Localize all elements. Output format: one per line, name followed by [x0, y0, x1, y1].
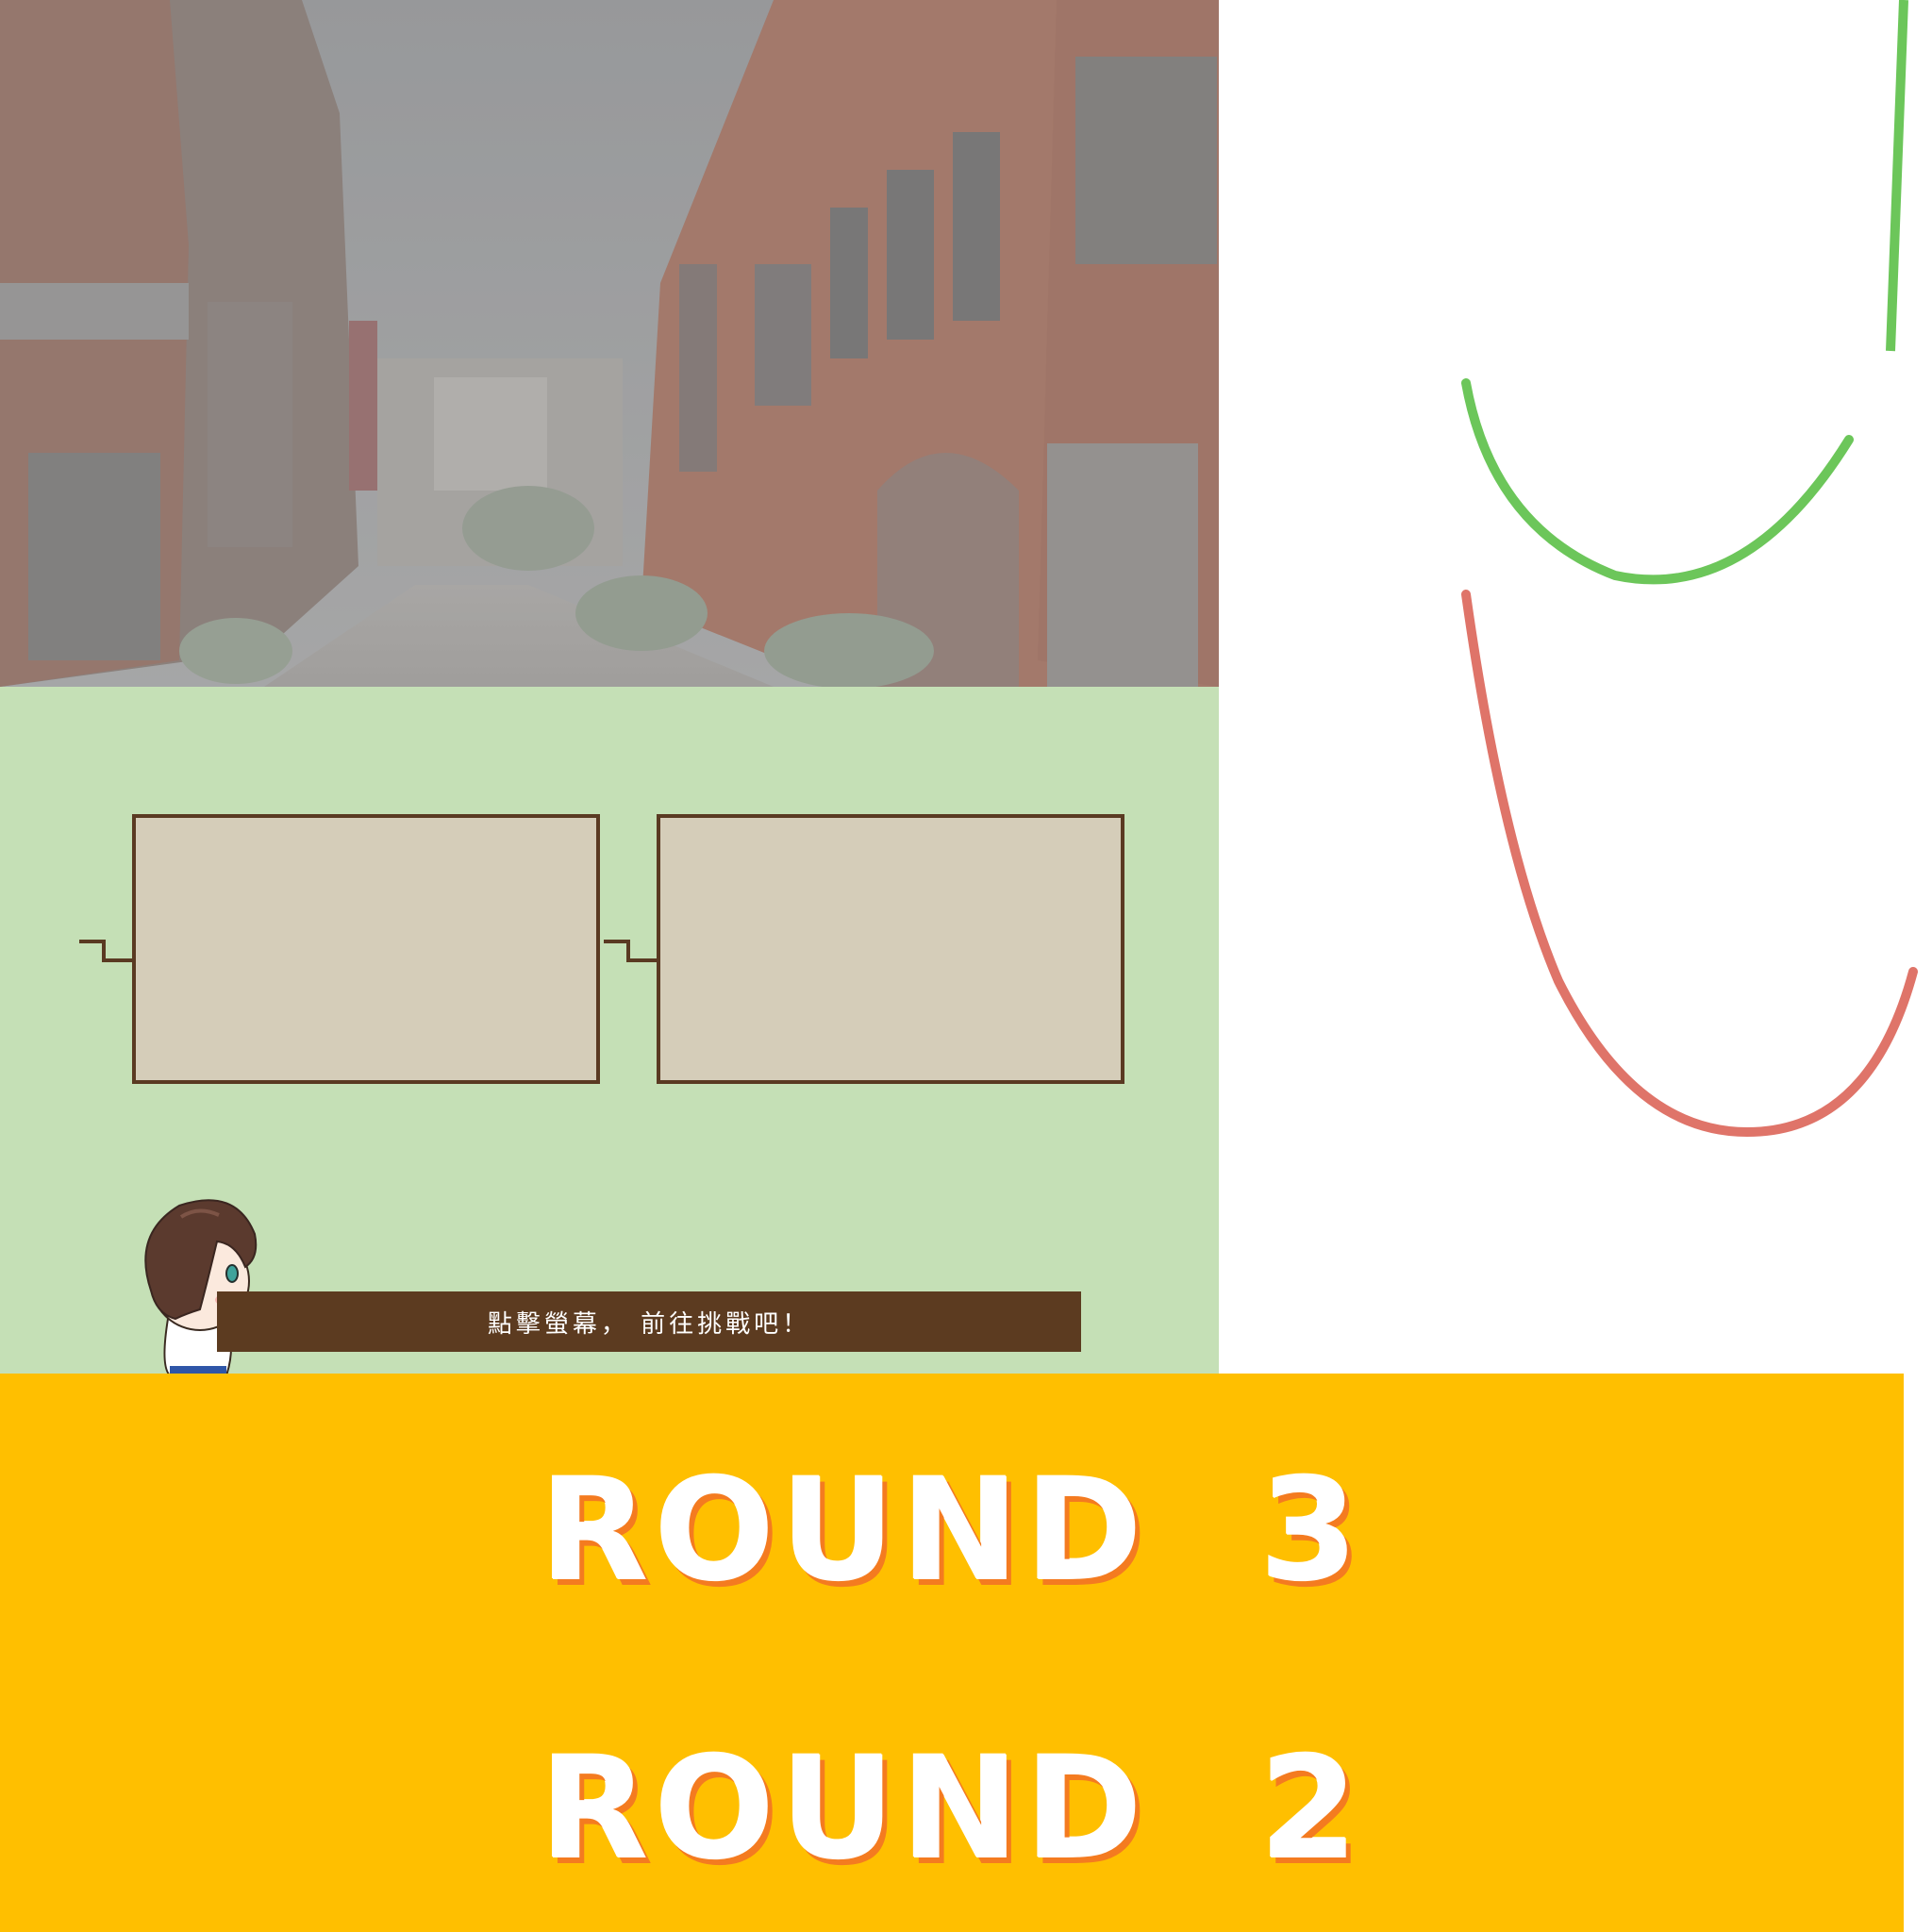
answer-box-right[interactable]	[657, 814, 1124, 1084]
green-arc-curve	[1461, 378, 1854, 585]
street-background-image	[0, 0, 1219, 687]
sprite-sheet: 點擊螢幕， 前往挑戰吧！ ROUND 3 ROUND 2	[0, 0, 1932, 1932]
dialog-text: 點擊螢幕， 前往挑戰吧！	[487, 1309, 811, 1339]
dialog-bar[interactable]: 點擊螢幕， 前往挑戰吧！	[217, 1291, 1081, 1352]
round-banner-strip: ROUND 3 ROUND 2	[0, 1374, 1904, 1932]
arc-strokes	[1461, 0, 1918, 1138]
red-arc-curve	[1461, 590, 1918, 1138]
round-2-label: ROUND 2	[540, 1727, 1364, 1891]
answer-box-left[interactable]	[132, 814, 600, 1084]
round-3-label: ROUND 3	[540, 1449, 1364, 1613]
green-arc-line	[1886, 0, 1908, 352]
game-panel[interactable]: 點擊螢幕， 前往挑戰吧！	[0, 687, 1219, 1374]
